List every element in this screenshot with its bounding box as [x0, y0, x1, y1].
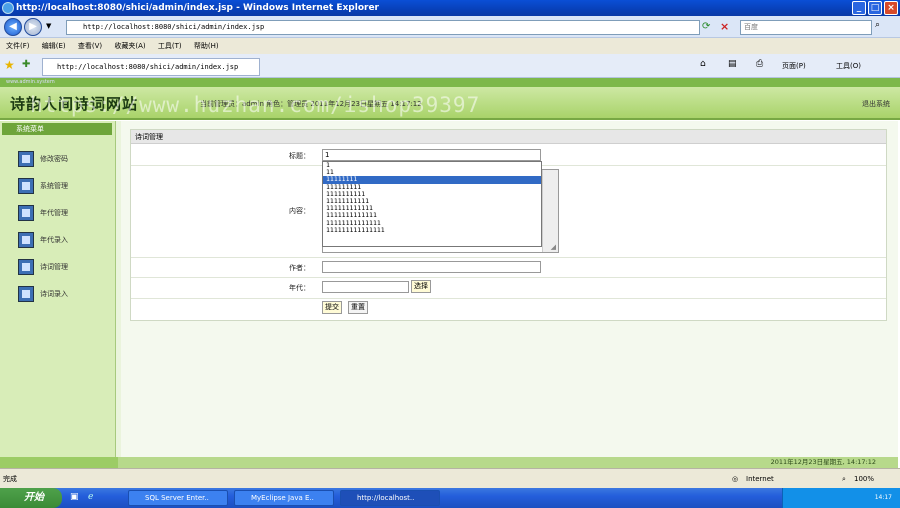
menu-favorites[interactable]: 收藏夹(A) [114, 42, 145, 50]
submit-button[interactable]: 提交 [322, 301, 342, 314]
monitor-icon [18, 205, 34, 221]
footer-date: 2011年12月23日星期五, 14:17:12 [118, 457, 898, 468]
textarea-scrollbar[interactable] [542, 170, 558, 252]
task-sql-server[interactable]: SQL Server Enter.. [128, 490, 228, 506]
zoom-icon[interactable]: ⌕ [842, 469, 846, 489]
resize-grip-icon[interactable]: ◢ [551, 243, 556, 251]
sidebar-item-label: 修改密码 [40, 155, 68, 163]
sidebar-item-label: 诗词录入 [40, 290, 68, 298]
monitor-icon [18, 232, 34, 248]
sidebar-item-system-manage[interactable]: 系统管理 [18, 176, 68, 196]
reset-button[interactable]: 重置 [348, 301, 368, 314]
sidebar-item-label: 年代录入 [40, 236, 68, 244]
site-top-strip: www.admin.system [0, 78, 900, 87]
status-bar: 完成 ◎ Internet ⌕ 100% [0, 468, 900, 488]
monitor-icon [18, 151, 34, 167]
taskbar: 开始 ▣ ℯ SQL Server Enter.. MyEclipse Java… [0, 488, 900, 508]
menu-help[interactable]: 帮助(H) [194, 42, 219, 50]
clock: 14:17 [874, 494, 892, 501]
title-label: 标题： [289, 152, 310, 160]
autocomplete-list[interactable]: 1 11 11111111 111111111 1111111111 1111111111… [322, 161, 542, 247]
menu-tools[interactable]: 工具(T) [158, 42, 182, 50]
feeds-icon[interactable]: ▤ [728, 59, 737, 69]
minimize-button[interactable]: _ [852, 1, 866, 15]
forward-icon[interactable]: ▶ [24, 18, 42, 36]
maximize-button[interactable]: □ [868, 1, 882, 15]
sidebar-item-poem-manage[interactable]: 诗词管理 [18, 257, 68, 277]
system-tray: 14:17 [782, 488, 900, 508]
home-icon[interactable]: ⌂ [700, 59, 706, 69]
monitor-icon [18, 259, 34, 275]
footer-left [0, 457, 118, 468]
stop-icon[interactable]: × [720, 20, 734, 34]
zone-text: Internet [746, 475, 774, 483]
menu-edit[interactable]: 编辑(E) [42, 42, 66, 50]
address-bar-row: ◀ ▶ ▼ http://localhost:8080/shici/admin/… [0, 16, 900, 38]
zoom-level[interactable]: 100% [854, 469, 874, 489]
add-favorite-icon[interactable]: ✚ [22, 59, 30, 70]
sidebar-heading: 系统菜单 [2, 123, 112, 135]
sidebar: 系统菜单 修改密码 系统管理 年代管理 年代录入 诗词管理 诗词录入 [0, 121, 116, 457]
favorites-star-icon[interactable]: ★ [4, 58, 15, 72]
search-icon[interactable]: ⌕ [875, 20, 880, 30]
globe-icon: ◎ [732, 475, 739, 483]
form-row-dynasty: 年代： [131, 278, 886, 299]
refresh-icon[interactable]: ⟳ [702, 20, 716, 34]
ie-quicklaunch-icon[interactable]: ℯ [88, 492, 93, 502]
menu-bar: 文件(F) 编辑(E) 查看(V) 收藏夹(A) 工具(T) 帮助(H) [0, 38, 900, 54]
sidebar-item-label: 系统管理 [40, 182, 68, 190]
tools-menu[interactable]: 工具(O) [836, 61, 861, 71]
dynasty-input[interactable] [322, 281, 409, 293]
sidebar-item-change-password[interactable]: 修改密码 [18, 149, 68, 169]
sidebar-item-poem-add[interactable]: 诗词录入 [18, 284, 68, 304]
page-menu[interactable]: 页面(P) [782, 61, 806, 71]
print-icon[interactable]: ⎙ [756, 59, 763, 69]
window-title: http://localhost:8080/shici/admin/index.… [16, 3, 379, 13]
sidebar-item-label: 年代管理 [40, 209, 68, 217]
sidebar-item-dynasty-manage[interactable]: 年代管理 [18, 203, 68, 223]
menu-file[interactable]: 文件(F) [6, 42, 30, 50]
window-title-bar: http://localhost:8080/shici/admin/index.… [0, 0, 900, 16]
logout-link[interactable]: 退出系统 [862, 99, 890, 109]
menu-view[interactable]: 查看(V) [78, 42, 102, 50]
history-dropdown-icon[interactable]: ▼ [46, 22, 51, 30]
autocomplete-option[interactable]: 1 [323, 162, 541, 169]
dynasty-label: 年代： [289, 284, 310, 292]
tab-current[interactable]: http://localhost:8080/shici/admin/index.… [42, 58, 260, 76]
monitor-icon [18, 286, 34, 302]
form-row-buttons [131, 299, 886, 321]
ie-logo-icon [2, 2, 14, 14]
search-input[interactable]: 百度 [740, 20, 872, 35]
autocomplete-option[interactable]: 111111111111111 [323, 226, 541, 234]
watermark-text: https://www.huzhan.com/ishop39397 [30, 93, 481, 117]
task-myeclipse[interactable]: MyEclipse Java E.. [234, 490, 334, 506]
status-text: 完成 [3, 475, 17, 483]
show-desktop-icon[interactable]: ▣ [70, 492, 79, 502]
sidebar-item-label: 诗词管理 [40, 263, 68, 271]
back-icon[interactable]: ◀ [4, 18, 22, 36]
panel-title: 诗词管理 [131, 130, 886, 144]
monitor-icon [18, 178, 34, 194]
title-input[interactable] [322, 149, 541, 161]
author-label: 作者： [289, 264, 310, 272]
url-input[interactable]: http://localhost:8080/shici/admin/index.… [66, 20, 700, 35]
select-dynasty-button[interactable]: 选择 [411, 280, 431, 293]
start-button[interactable]: 开始 [0, 488, 62, 508]
content-label: 内容： [289, 207, 310, 215]
task-ie[interactable]: http://localhost.. [340, 490, 440, 506]
author-input[interactable] [322, 261, 541, 273]
close-button[interactable]: × [884, 1, 898, 15]
sidebar-item-dynasty-add[interactable]: 年代录入 [18, 230, 68, 250]
